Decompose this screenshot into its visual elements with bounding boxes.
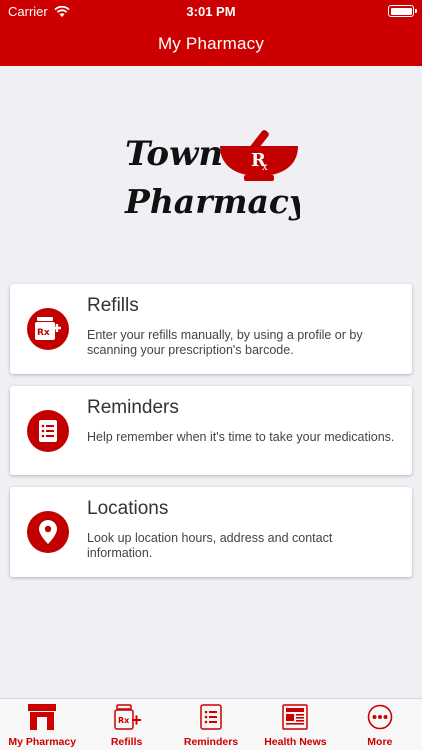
mortar-pestle-icon: R x	[220, 130, 298, 181]
tab-my-pharmacy[interactable]: My Pharmacy	[0, 699, 84, 750]
reminders-card-title: Reminders	[87, 397, 179, 418]
locations-card[interactable]: Locations Look up location hours, addres…	[10, 487, 412, 577]
svg-text:Rx: Rx	[37, 328, 50, 338]
reminders-card-icon	[27, 410, 69, 452]
list-icon	[200, 704, 222, 730]
tab-health-news[interactable]: Health News	[253, 699, 337, 750]
rx-bottle-plus-icon: Rx	[35, 317, 61, 340]
locations-card-icon	[27, 511, 69, 553]
tab-bar: My Pharmacy Rx Refills Reminders Health …	[0, 698, 422, 750]
refills-card-description: Enter your refills manually, by using a …	[87, 328, 363, 357]
refills-card-title: Refills	[87, 295, 139, 316]
newspaper-icon	[282, 704, 309, 730]
logo-text-pharmacy: Pharmacy	[124, 182, 300, 221]
logo-text-town: Town	[125, 134, 223, 174]
reminders-card[interactable]: Reminders Help remember when it's time t…	[10, 386, 412, 475]
svg-text:x: x	[262, 162, 268, 173]
battery-icon	[388, 5, 417, 17]
tab-label-my-pharmacy: My Pharmacy	[8, 736, 77, 748]
tab-more[interactable]: More	[338, 699, 422, 750]
town-pharmacy-logo: Town Pharmacy R x	[124, 130, 300, 221]
tab-reminders[interactable]: Reminders	[169, 699, 253, 750]
storefront-icon	[28, 704, 57, 730]
tab-label-health-news: Health News	[264, 736, 327, 748]
page-title: My Pharmacy	[157, 34, 265, 53]
tab-refills[interactable]: Rx Refills	[84, 699, 168, 750]
tab-label-more: More	[367, 736, 393, 748]
status-bar: Carrier 3:01 PM	[0, 0, 422, 22]
rx-bottle-plus-icon: Rx	[113, 704, 141, 730]
reminders-card-description: Help remember when it's time to take you…	[87, 430, 395, 444]
refills-card-icon: Rx	[27, 308, 69, 350]
refills-card[interactable]: Rx Refills Enter your refills manually, …	[10, 284, 412, 374]
tab-label-refills: Refills	[110, 736, 143, 748]
tab-label-reminders: Reminders	[183, 736, 239, 748]
locations-card-title: Locations	[87, 498, 169, 519]
more-icon	[367, 704, 393, 730]
locations-card-description: Look up location hours, address and cont…	[87, 531, 333, 560]
navigation-bar: Carrier 3:01 PM My Pharmacy	[0, 0, 422, 66]
status-time: 3:01 PM	[186, 4, 236, 19]
list-icon	[39, 420, 57, 442]
location-pin-icon	[39, 520, 57, 544]
svg-text:Rx: Rx	[118, 716, 130, 725]
